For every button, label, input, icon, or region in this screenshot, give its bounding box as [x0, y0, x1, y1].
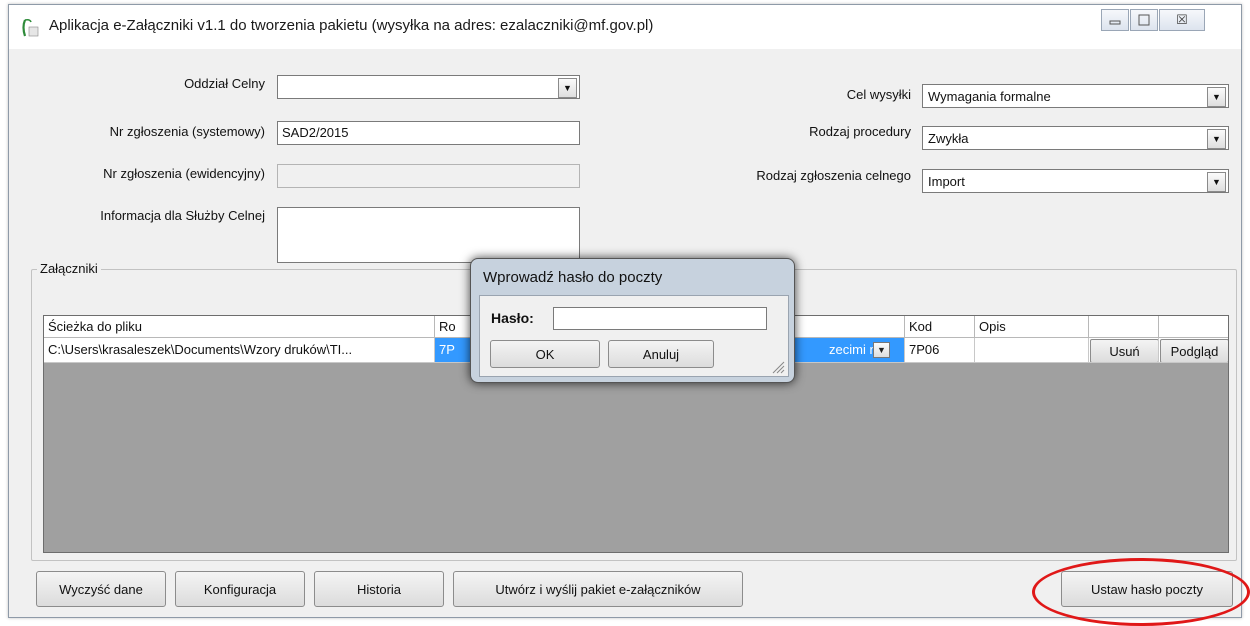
cel-combo[interactable]: Wymagania formalne ▼ — [922, 84, 1229, 108]
chevron-down-icon[interactable]: ▼ — [873, 342, 890, 358]
oddzial-label: Oddział Celny — [184, 76, 265, 91]
resize-grip-icon[interactable] — [769, 358, 785, 374]
password-input[interactable] — [553, 307, 767, 330]
chevron-down-icon[interactable]: ▼ — [1207, 87, 1226, 107]
column-header-blank — [1089, 316, 1159, 338]
create-send-button[interactable]: Utwórz i wyślij pakiet e-załączników — [453, 571, 743, 607]
column-header-path[interactable]: Ścieżka do pliku — [44, 316, 435, 338]
dialog-body: Hasło: OK Anuluj — [479, 295, 789, 377]
nr-ewid-label: Nr zgłoszenia (ewidencyjny) — [103, 166, 265, 181]
type-value-left: 7P — [439, 342, 455, 357]
minimize-icon[interactable] — [1101, 9, 1129, 31]
table-row-preview-cell: Podgląd — [1159, 338, 1228, 363]
password-dialog: Wprowadź hasło do poczty Hasło: OK Anulu… — [470, 258, 795, 383]
procedura-combo[interactable]: Zwykła ▼ — [922, 126, 1229, 150]
maximize-icon[interactable] — [1130, 9, 1158, 31]
nr-ewid-field — [277, 164, 580, 188]
history-button[interactable]: Historia — [314, 571, 444, 607]
title-bar[interactable]: Aplikacja e-Załączniki v1.1 do tworzenia… — [9, 5, 1241, 49]
zgloszenie-label: Rodzaj zgłoszenia celnego — [756, 168, 911, 183]
cel-label: Cel wysyłki — [846, 87, 911, 102]
config-button[interactable]: Konfiguracja — [175, 571, 305, 607]
cancel-button[interactable]: Anuluj — [608, 340, 714, 368]
password-label: Hasło: — [491, 310, 534, 326]
nr-sys-field[interactable]: SAD2/2015 — [277, 121, 580, 145]
preview-button[interactable]: Podgląd — [1160, 339, 1228, 362]
ok-button[interactable]: OK — [490, 340, 600, 368]
column-header-blank — [1159, 316, 1228, 338]
close-icon[interactable]: ☒ — [1159, 9, 1205, 31]
chevron-down-icon[interactable]: ▼ — [1207, 172, 1226, 192]
zgloszenie-combo[interactable]: Import ▼ — [922, 169, 1229, 193]
dialog-title: Wprowadź hasło do poczty — [483, 269, 663, 286]
zgloszenie-value: Import — [928, 174, 965, 189]
chevron-down-icon[interactable]: ▼ — [1207, 129, 1226, 149]
attachments-group-title: Załączniki — [37, 261, 101, 276]
document-icon — [19, 17, 41, 39]
delete-button[interactable]: Usuń — [1090, 339, 1158, 362]
clear-button[interactable]: Wyczyść dane — [36, 571, 166, 607]
procedura-value: Zwykła — [928, 131, 969, 146]
procedura-label: Rodzaj procedury — [809, 124, 911, 139]
nr-sys-label: Nr zgłoszenia (systemowy) — [109, 124, 265, 139]
close-glyph: ☒ — [1176, 12, 1188, 27]
window-title: Aplikacja e-Załączniki v1.1 do tworzenia… — [49, 17, 654, 34]
table-row-kod[interactable]: 7P06 — [905, 338, 975, 363]
highlight-ellipse — [1032, 558, 1250, 626]
table-row-delete-cell: Usuń — [1089, 338, 1159, 363]
table-row-path[interactable]: C:\Users\krasaleszek\Documents\Wzory dru… — [44, 338, 435, 363]
table-row-opis[interactable] — [975, 338, 1089, 363]
chevron-down-icon[interactable]: ▼ — [558, 78, 577, 98]
info-textarea[interactable] — [277, 207, 580, 263]
column-header-opis[interactable]: Opis — [975, 316, 1089, 338]
oddzial-combo[interactable]: ▼ — [277, 75, 580, 99]
column-header-kod[interactable]: Kod — [905, 316, 975, 338]
cel-value: Wymagania formalne — [928, 89, 1051, 104]
info-label: Informacja dla Służby Celnej — [100, 208, 265, 223]
